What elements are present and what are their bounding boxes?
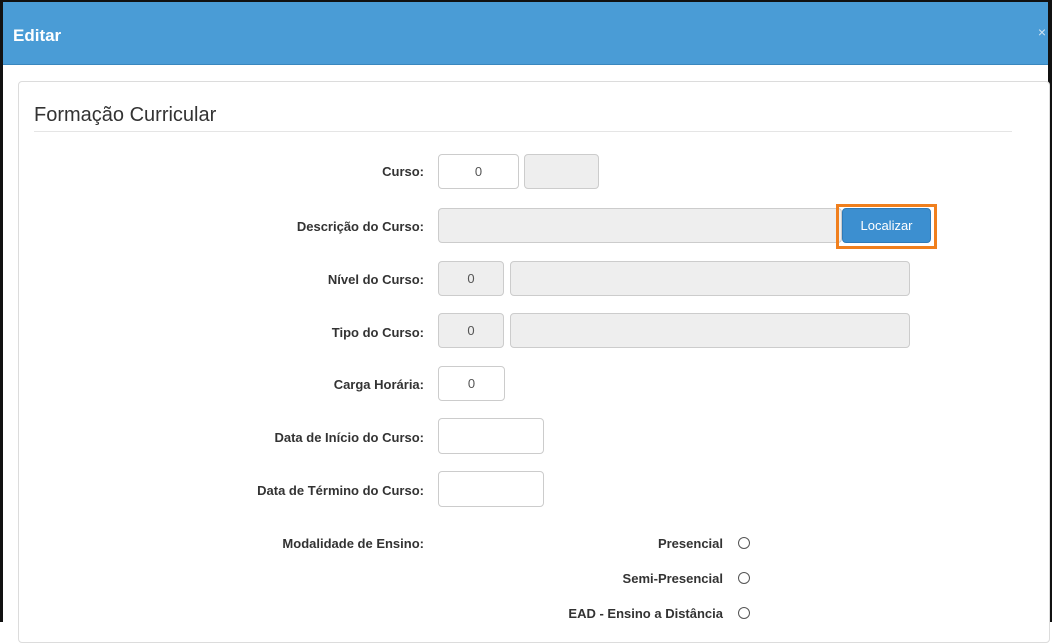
curso-name-input bbox=[524, 154, 599, 189]
modal-header: Editar × bbox=[3, 2, 1048, 65]
data-inicio-label: Data de Início do Curso: bbox=[274, 430, 424, 445]
carga-input[interactable]: 0 bbox=[438, 366, 505, 401]
modalidade-label: Modalidade de Ensino: bbox=[282, 536, 424, 551]
carga-label: Carga Horária: bbox=[333, 377, 424, 392]
modal-title: Editar bbox=[13, 26, 62, 45]
nivel-code-input: 0 bbox=[438, 261, 504, 296]
tipo-code-input: 0 bbox=[438, 313, 504, 348]
tipo-name-input bbox=[510, 313, 910, 348]
data-termino-label: Data de Término do Curso: bbox=[257, 483, 424, 498]
modalidade-option-label: Semi-Presencial bbox=[622, 571, 723, 586]
section-divider bbox=[34, 131, 1012, 132]
modalidade-option-label: Presencial bbox=[657, 536, 723, 551]
section-title: Formação Curricular bbox=[34, 104, 217, 126]
descricao-input bbox=[438, 208, 842, 243]
modalidade-option-label: EAD - Ensino a Distância bbox=[568, 606, 723, 621]
nivel-name-input bbox=[510, 261, 910, 296]
close-icon[interactable]: × bbox=[1038, 24, 1046, 40]
localizar-button[interactable]: Localizar bbox=[842, 208, 931, 243]
curso-label: Curso: bbox=[382, 164, 424, 179]
data-inicio-input[interactable] bbox=[438, 418, 544, 454]
radio-semi-presencial[interactable] bbox=[738, 572, 750, 584]
curso-code-input[interactable]: 0 bbox=[438, 154, 519, 189]
nivel-label: Nível do Curso: bbox=[327, 272, 424, 287]
data-termino-input[interactable] bbox=[438, 471, 544, 507]
tipo-label: Tipo do Curso: bbox=[331, 325, 424, 340]
radio-presencial[interactable] bbox=[738, 537, 750, 549]
descricao-label: Descrição do Curso: bbox=[296, 219, 424, 234]
window-frame-left bbox=[0, 0, 3, 622]
radio-ead[interactable] bbox=[738, 607, 750, 619]
